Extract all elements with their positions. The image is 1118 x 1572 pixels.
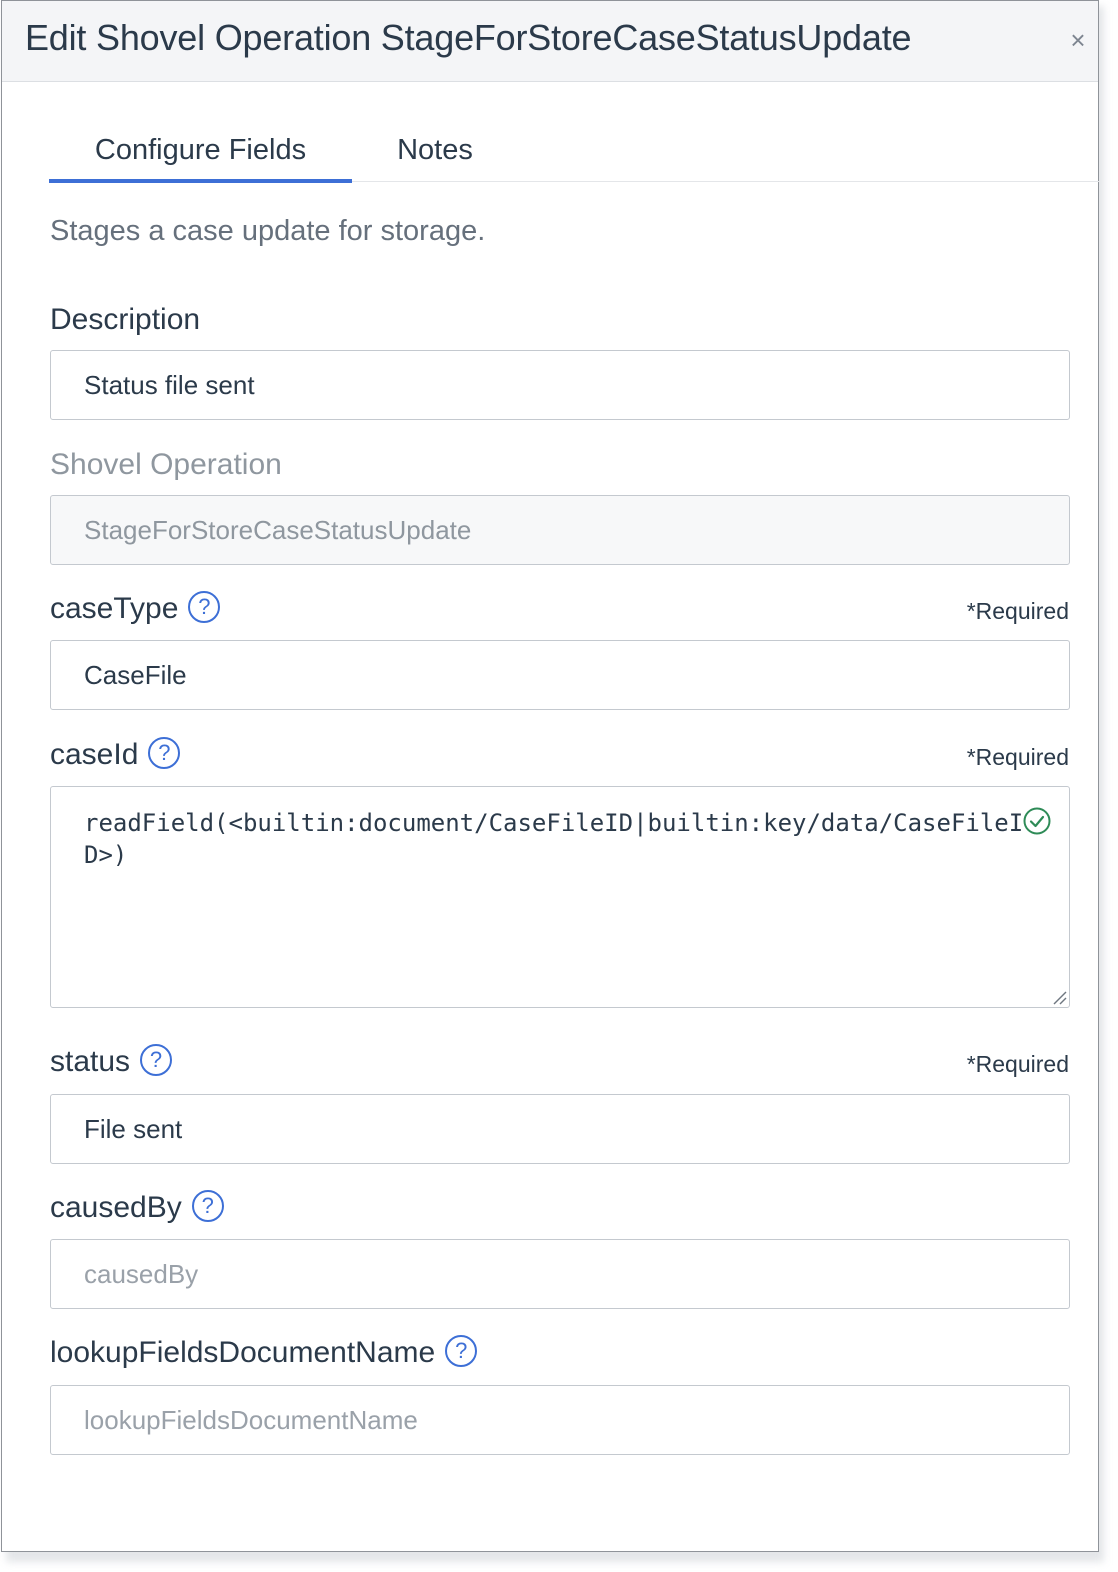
status-label-text: status — [50, 1045, 131, 1078]
status-required: *Required — [966, 1051, 1069, 1077]
lookupfieldsdocumentname-input[interactable]: lookupFieldsDocumentName — [50, 1385, 1070, 1455]
caseid-label: caseId? — [50, 737, 181, 772]
resize-handle-icon[interactable] — [1051, 989, 1067, 1005]
lookupfieldsdocumentname-label: lookupFieldsDocumentName? — [50, 1335, 478, 1370]
casetype-label-text: caseType — [50, 592, 179, 625]
caseid-value: readField(<builtin:document/CaseFileID|b… — [84, 809, 1024, 869]
caseid-help-icon[interactable]: ? — [148, 737, 181, 769]
operation-description: Stages a case update for storage. — [50, 215, 486, 247]
causedby-help-icon[interactable]: ? — [191, 1190, 224, 1222]
description-label: Description — [50, 303, 201, 336]
casetype-required: *Required — [966, 598, 1069, 624]
status-input[interactable]: File sent — [50, 1094, 1070, 1164]
shovel-operation-label: Shovel Operation — [50, 448, 282, 481]
caseid-textarea[interactable]: readField(<builtin:document/CaseFileID|b… — [50, 786, 1070, 1008]
tab-configure-fields[interactable]: Configure Fields — [49, 125, 352, 183]
casetype-help-icon[interactable]: ? — [188, 591, 221, 623]
lookupfieldsdocumentname-help-icon[interactable]: ? — [445, 1335, 478, 1367]
status-help-icon[interactable]: ? — [140, 1044, 173, 1076]
tab-bar: Configure Fields Notes — [49, 125, 1099, 183]
dialog-title: Edit Shovel Operation StageForStoreCaseS… — [25, 17, 912, 58]
dialog-header: Edit Shovel Operation StageForStoreCaseS… — [2, 1, 1098, 82]
caseid-required: *Required — [966, 744, 1069, 770]
status-label: status? — [50, 1044, 173, 1079]
lookupfieldsdocumentname-label-text: lookupFieldsDocumentName — [50, 1336, 436, 1369]
causedby-label-text: causedBy — [50, 1191, 182, 1224]
close-icon[interactable]: × — [1064, 26, 1092, 54]
description-input[interactable]: Status file sent — [50, 350, 1070, 420]
casetype-label: caseType? — [50, 591, 221, 626]
shovel-operation-input: StageForStoreCaseStatusUpdate — [50, 495, 1070, 565]
causedby-input[interactable]: causedBy — [50, 1239, 1070, 1309]
causedby-label: causedBy? — [50, 1190, 224, 1225]
edit-shovel-operation-dialog: Edit Shovel Operation StageForStoreCaseS… — [1, 0, 1099, 1552]
valid-check-icon — [1023, 807, 1051, 835]
tab-notes[interactable]: Notes — [379, 125, 491, 179]
caseid-label-text: caseId — [50, 738, 139, 771]
casetype-input[interactable]: CaseFile — [50, 640, 1070, 710]
